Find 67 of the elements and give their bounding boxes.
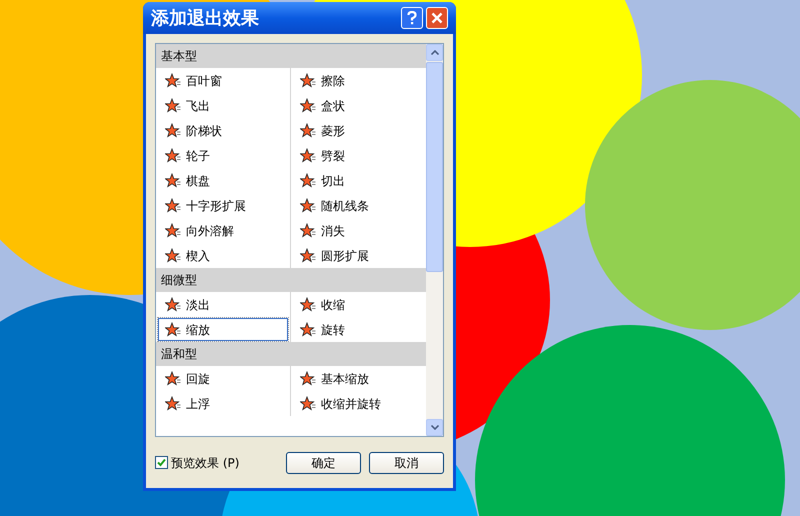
star-icon [165, 370, 181, 386]
group-header: 温和型 [156, 342, 426, 366]
star-icon [300, 198, 316, 214]
effect-item[interactable]: 随机线条 [293, 194, 424, 217]
effect-item[interactable]: 棋盘 [158, 169, 288, 192]
star-icon [165, 72, 181, 88]
effect-item[interactable]: 缩放 [158, 318, 288, 341]
star-icon [165, 148, 181, 164]
close-icon [431, 12, 443, 24]
effect-item[interactable]: 菱形 [293, 119, 424, 142]
preview-checkbox[interactable] [155, 456, 168, 469]
close-button[interactable] [426, 7, 448, 29]
dialog-button[interactable]: 确定 [286, 452, 361, 474]
effect-item[interactable]: 回旋 [158, 367, 288, 390]
star-icon [300, 148, 316, 164]
effect-item[interactable]: 圆形扩展 [293, 244, 424, 267]
effect-item[interactable]: 十字形扩展 [158, 194, 288, 217]
star-icon [300, 222, 316, 238]
effect-item[interactable]: 向外溶解 [158, 219, 288, 242]
star-icon [165, 296, 181, 312]
effect-item[interactable]: 楔入 [158, 244, 288, 267]
star-icon [165, 248, 181, 264]
effect-item[interactable]: 切出 [293, 169, 424, 192]
effect-item[interactable]: 盒状 [293, 94, 424, 117]
window-title: 添加退出效果 [151, 6, 260, 30]
star-icon [300, 248, 316, 264]
star-icon [165, 322, 181, 338]
checkmark-icon [157, 458, 166, 467]
star-icon [300, 72, 316, 88]
star-icon [300, 296, 316, 312]
effect-item[interactable]: 劈裂 [293, 144, 424, 167]
effect-item[interactable]: 上浮 [158, 392, 288, 415]
scroll-up-button[interactable] [426, 44, 443, 61]
question-mark-icon [407, 11, 417, 25]
effect-item[interactable]: 百叶窗 [158, 69, 288, 92]
group-header: 基本型 [156, 44, 426, 68]
effect-item[interactable]: 擦除 [293, 69, 424, 92]
star-icon [165, 198, 181, 214]
scrollbar[interactable] [426, 44, 443, 436]
scroll-down-button[interactable] [426, 419, 443, 436]
chevron-down-icon [430, 425, 438, 430]
star-icon [300, 396, 316, 412]
star-icon [300, 322, 316, 338]
chevron-up-icon [430, 50, 438, 55]
effect-item[interactable]: 旋转 [293, 318, 424, 341]
effect-item[interactable]: 飞出 [158, 94, 288, 117]
effect-item[interactable]: 消失 [293, 219, 424, 242]
preview-label[interactable]: 预览效果 (P) [171, 454, 240, 472]
star-icon [165, 122, 181, 138]
effect-item[interactable]: 淡出 [158, 293, 288, 316]
help-button[interactable] [401, 7, 423, 29]
star-icon [165, 396, 181, 412]
star-icon [165, 172, 181, 188]
star-icon [300, 122, 316, 138]
effect-item[interactable]: 轮子 [158, 144, 288, 167]
scroll-thumb[interactable] [426, 62, 443, 272]
dialog-button[interactable]: 取消 [369, 452, 444, 474]
star-icon [300, 370, 316, 386]
star-icon [300, 172, 316, 188]
star-icon [300, 98, 316, 114]
star-icon [165, 98, 181, 114]
effect-item[interactable]: 阶梯状 [158, 119, 288, 142]
effect-item[interactable]: 收缩 [293, 293, 424, 316]
group-header: 细微型 [156, 268, 426, 292]
effect-item[interactable]: 基本缩放 [293, 367, 424, 390]
star-icon [165, 222, 181, 238]
effect-item[interactable]: 收缩并旋转 [293, 392, 424, 415]
